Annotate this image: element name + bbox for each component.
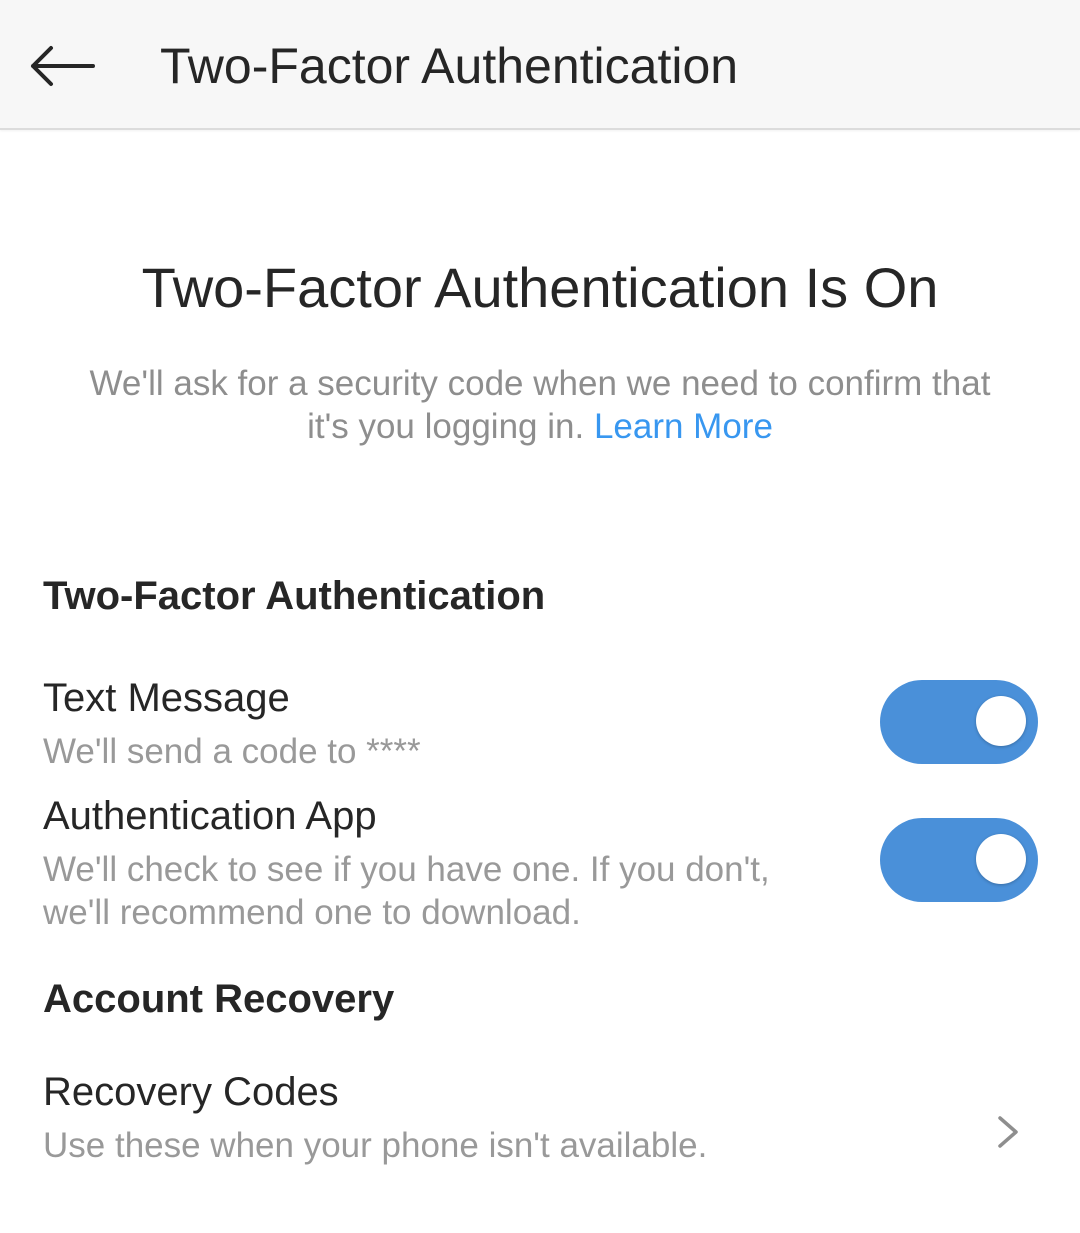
section-heading-account-recovery: Account Recovery <box>43 977 395 1021</box>
two-factor-settings-screen: Two-Factor Authentication Two-Factor Aut… <box>0 0 1080 1233</box>
authentication-app-subtitle-line2: we'll recommend one to download. <box>43 893 581 932</box>
authentication-app-title: Authentication App <box>43 794 377 838</box>
arrow-left-icon <box>31 46 95 86</box>
text-message-toggle[interactable] <box>880 680 1038 764</box>
back-button[interactable] <box>24 30 100 102</box>
chevron-right-icon[interactable] <box>992 1112 1024 1152</box>
toggle-knob <box>976 834 1026 884</box>
recovery-codes-title: Recovery Codes <box>43 1070 339 1114</box>
status-description-text: it's you logging in. <box>307 407 585 446</box>
authentication-app-toggle[interactable] <box>880 818 1038 902</box>
section-heading-two-factor: Two-Factor Authentication <box>43 574 546 618</box>
status-description-line2: it's you logging in. Learn More <box>40 405 1040 448</box>
toggle-knob <box>976 696 1026 746</box>
recovery-codes-subtitle: Use these when your phone isn't availabl… <box>43 1126 708 1165</box>
status-description: We'll ask for a security code when we ne… <box>40 362 1040 448</box>
top-app-bar: Two-Factor Authentication <box>0 0 1080 130</box>
page-title: Two-Factor Authentication <box>160 38 739 94</box>
status-description-line1: We'll ask for a security code when we ne… <box>89 364 991 403</box>
recovery-codes-row[interactable]: Recovery Codes Use these when your phone… <box>0 1068 1080 1178</box>
text-message-title: Text Message <box>43 676 290 720</box>
text-message-subtitle: We'll send a code to **** <box>43 732 421 771</box>
learn-more-link[interactable]: Learn More <box>594 407 773 446</box>
authentication-app-subtitle-line1: We'll check to see if you have one. If y… <box>43 850 770 889</box>
status-heading: Two-Factor Authentication Is On <box>141 256 939 319</box>
